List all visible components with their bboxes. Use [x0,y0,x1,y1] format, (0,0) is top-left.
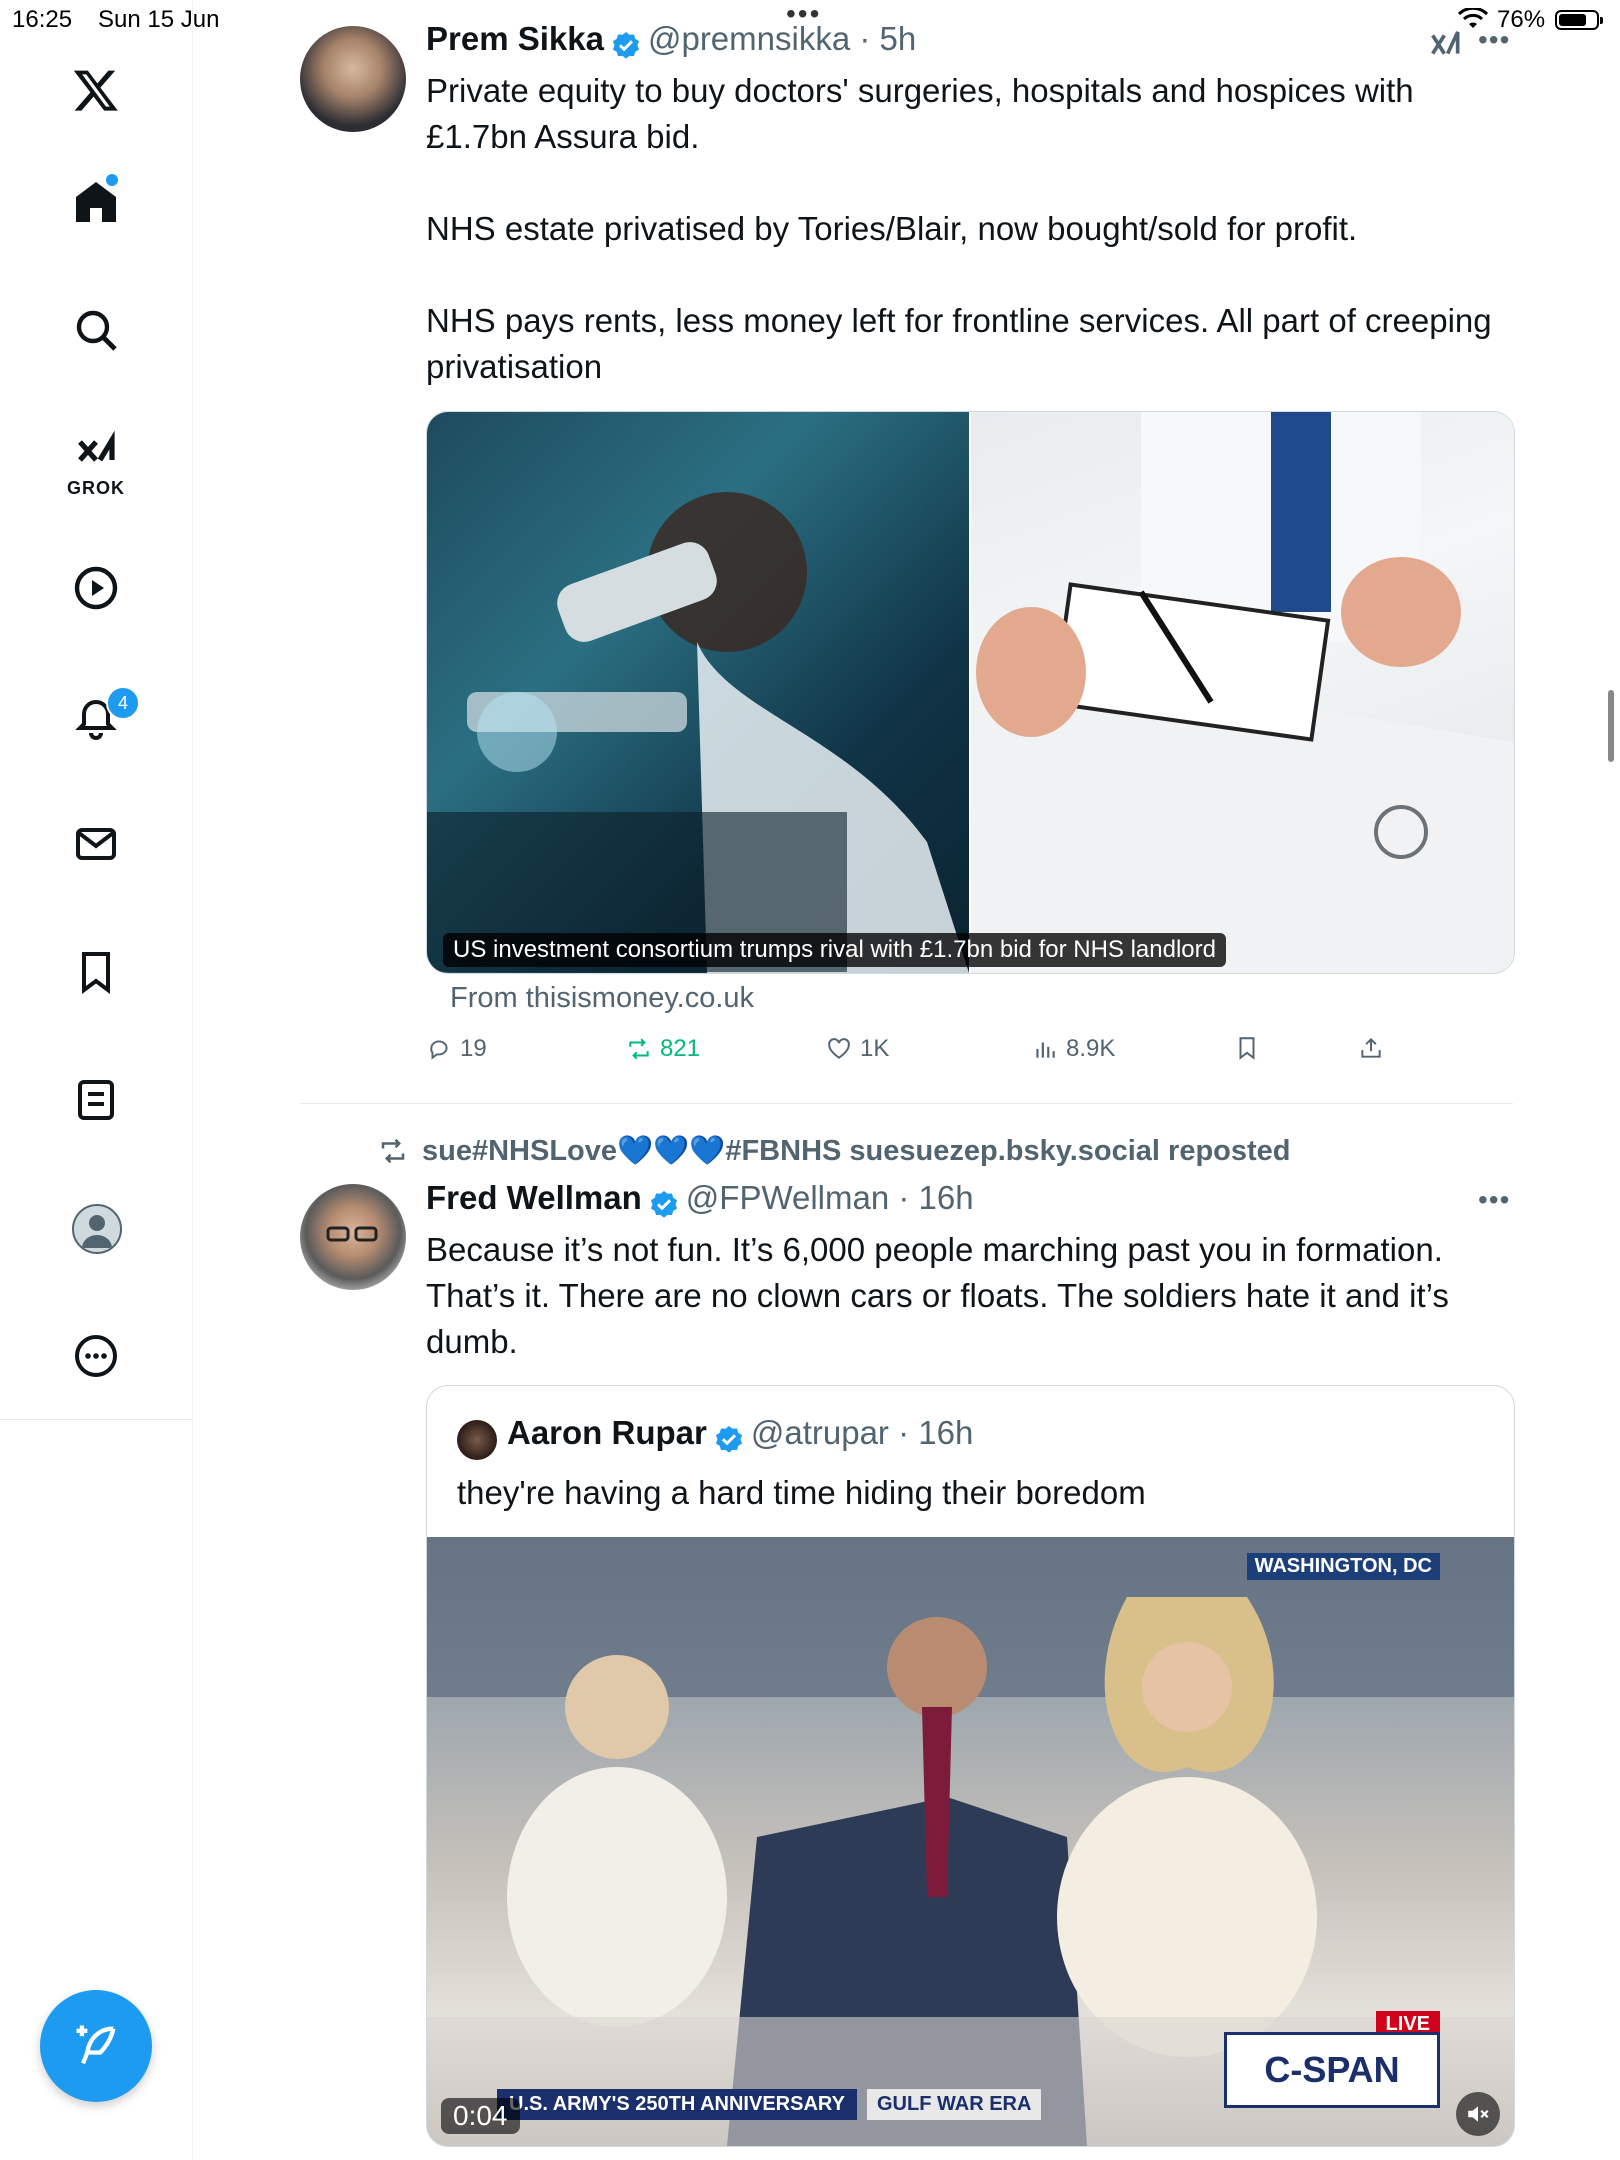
views-button[interactable]: 8.9K [1032,1035,1115,1063]
quote-tweet[interactable]: Aaron Rupar @atrupar · 16h they're having… [426,1385,1515,2147]
quote-author-avatar[interactable] [457,1420,497,1460]
repost-icon [629,1038,649,1060]
mute-button[interactable] [1456,2092,1500,2136]
search-icon[interactable] [56,290,136,370]
author-avatar[interactable] [300,1184,406,1290]
quote-time[interactable]: 16h [918,1414,973,1451]
reposted-by-text: sue#NHSLove💙💙💙#FBNHS suesuezep.bsky.soci… [422,1135,1291,1167]
scrollbar[interactable] [1608,690,1614,762]
video-location-overlay: WASHINGTON, DC [1246,1553,1440,1580]
quote-header: Aaron Rupar @atrupar · 16h [507,1414,973,1456]
sidebar: GROK 4 [0,0,193,2160]
reposted-by-line[interactable]: sue#NHSLove💙💙💙#FBNHS suesuezep.bsky.soci… [378,1134,1291,1168]
like-button[interactable]: 1K [826,1035,889,1063]
tweet-text: Because it’s not fun. It’s 6,000 people … [426,1231,1449,1360]
repost-count: 821 [660,1035,701,1062]
like-count: 1K [860,1035,890,1062]
repost-button[interactable]: 821 [626,1035,700,1063]
views-chart-icon [1036,1042,1055,1058]
author-avatar[interactable] [300,26,406,132]
video-icon[interactable] [56,548,136,628]
reply-icon [430,1040,448,1060]
home-unread-dot [106,174,118,186]
reply-count: 19 [460,1035,487,1062]
tweet-header: Fred Wellman @FPWellman · 16h [426,1179,974,1221]
video-timestamp: 0:04 [441,2098,520,2134]
video-ticker: U.S. ARMY'S 250TH ANNIVERSARY [497,2089,857,2120]
lists-icon[interactable] [56,1060,136,1140]
tweet-text: Private equity to buy doctors' surgeries… [426,72,1492,385]
link-card[interactable]: US investment consortium trumps rival wi… [426,411,1515,974]
sidebar-separator [0,1419,192,1420]
bookmark-icon [1239,1037,1255,1060]
video-ticker-era: GULF WAR ERA [867,2089,1042,2120]
share-button[interactable] [1358,1035,1384,1061]
verified-badge-icon [715,1425,742,1453]
tweet-time[interactable]: 16h [919,1179,974,1216]
tweet-more-icon[interactable]: ••• [1478,1184,1510,1216]
tweet-time[interactable]: 5h [880,20,917,57]
author-name[interactable]: Prem Sikka [426,20,604,57]
share-icon [1361,1037,1381,1058]
quote-video-player[interactable]: WASHINGTON, DC LIVE C-SPAN U.S. ARMY'S 2… [427,1537,1514,2146]
grok-explain-icon[interactable] [1426,22,1466,67]
verified-badge-icon [612,31,640,59]
messages-envelope-icon[interactable] [56,804,136,884]
bookmark-button[interactable] [1234,1035,1260,1061]
tweet-more-icon[interactable]: ••• [1478,24,1510,56]
tweet-header: Prem Sikka @premnsikka · 5h [426,20,916,62]
speaker-muted-icon [1468,2106,1489,2122]
battery-icon [1555,10,1603,30]
author-handle[interactable]: @FPWellman [686,1179,889,1216]
tweet-divider [300,1103,1513,1104]
bookmarks-icon[interactable] [56,932,136,1012]
heart-icon [828,1038,850,1059]
card-image-doctor-clipboard [971,412,1514,973]
notifications-badge: 4 [106,686,140,720]
card-image-scientist-microscope [427,412,969,973]
card-source[interactable]: From thisismoney.co.uk [450,982,754,1015]
video-network-logo: C-SPAN [1224,2032,1440,2108]
tweet-actions: 19 821 1K 8.9K [426,1035,1513,1069]
views-count: 8.9K [1066,1035,1116,1062]
author-name[interactable]: Fred Wellman [426,1179,642,1216]
repost-small-icon [381,1138,405,1164]
quote-author-handle[interactable]: @atrupar [751,1414,889,1451]
x-logo-icon[interactable] [56,50,136,130]
compose-feather-icon [76,2025,116,2065]
quote-text: they're having a hard time hiding their … [457,1474,1146,1511]
verified-badge-icon [650,1190,677,1218]
card-caption: US investment consortium trumps rival wi… [443,933,1226,967]
reply-button[interactable]: 19 [426,1035,487,1063]
quote-author-name[interactable]: Aaron Rupar [507,1414,707,1451]
grok-label: GROK [67,478,125,498]
author-handle[interactable]: @premnsikka [648,20,850,57]
compose-post-button[interactable] [40,1990,152,2102]
home-icon[interactable] [56,162,136,242]
profile-avatar-icon[interactable] [72,1204,122,1254]
more-options-icon[interactable] [56,1316,136,1396]
